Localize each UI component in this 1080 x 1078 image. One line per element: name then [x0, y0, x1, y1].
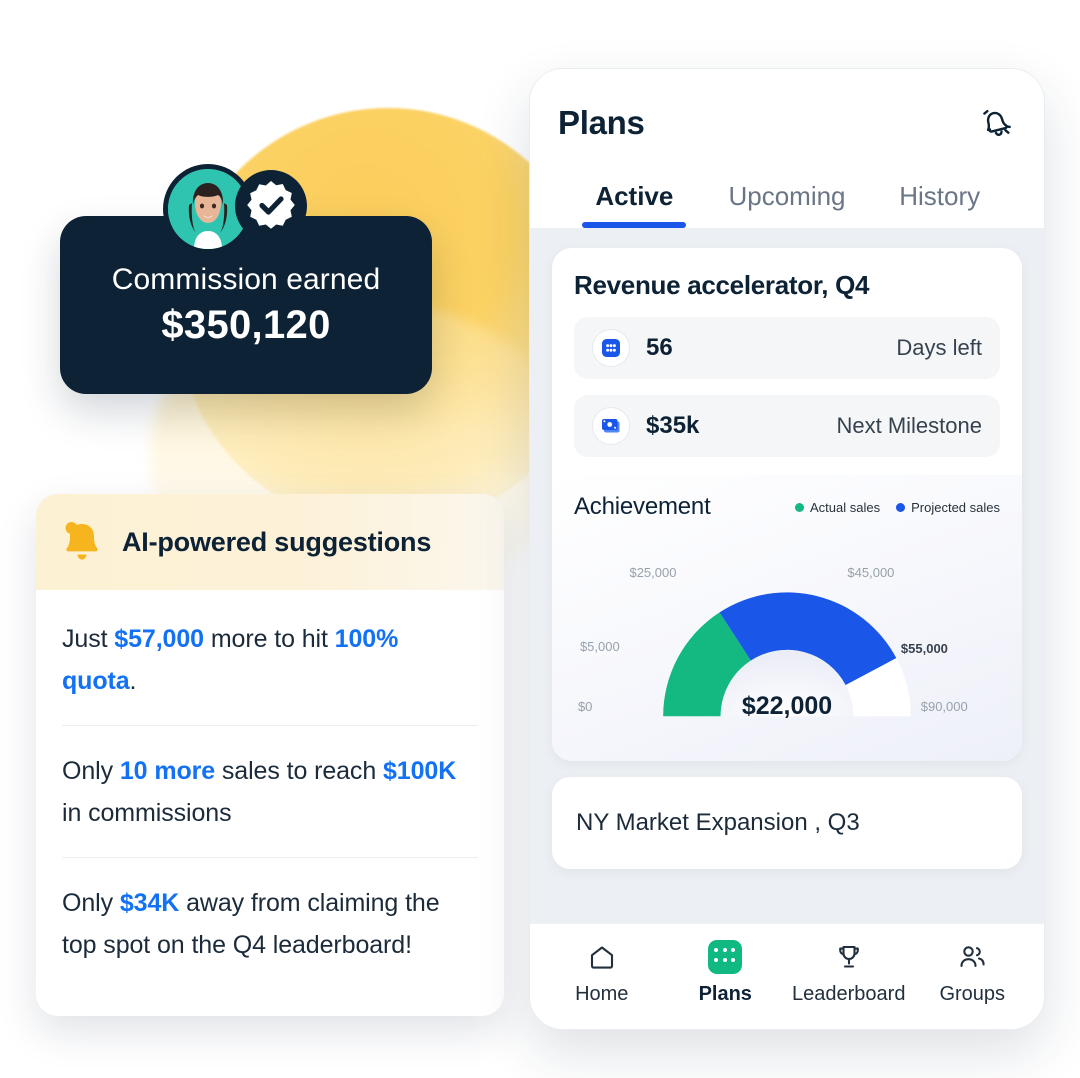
people-icon: [957, 940, 987, 974]
suggestion-highlight: $57,000: [114, 625, 204, 653]
stat-row-days-left: 56 Days left: [574, 317, 1000, 379]
stat-value: 56: [646, 334, 673, 361]
commission-label: Commission earned: [111, 262, 381, 296]
suggestion-text: sales to reach: [215, 757, 383, 785]
legend-label: Projected sales: [911, 499, 1000, 515]
legend-item: Projected sales: [896, 500, 1000, 515]
verified-badge: [235, 170, 307, 242]
gauge-tick-label: $25,000: [629, 565, 677, 580]
nav-item-label: Leaderboard: [792, 982, 906, 1005]
ai-suggestions-title: AI-powered suggestions: [122, 526, 432, 557]
bottom-navigation: Home Plans Leaderboard Groups: [530, 923, 1044, 1029]
ai-suggestions-list: Just $57,000 more to hit 100% quota. Only…: [36, 590, 504, 989]
achievement-title: Achievement: [574, 493, 711, 520]
avatar-cluster: [163, 164, 323, 254]
suggestion-text: Only: [62, 757, 120, 785]
suggestion-item: Just $57,000 more to hit 100% quota.: [62, 594, 478, 725]
phone-content: Revenue accelerator, Q4 56 Days left $35…: [530, 228, 1044, 923]
chart-legend: Actual sales Projected sales: [795, 500, 1000, 515]
nav-item-leaderboard[interactable]: Leaderboard: [787, 940, 911, 1006]
nav-item-groups[interactable]: Groups: [911, 940, 1035, 1006]
suggestion-item: Only $34K away from claiming the top spo…: [62, 857, 478, 989]
home-icon: [587, 940, 617, 974]
gauge-tick-label: $45,000: [847, 565, 895, 580]
cash-icon: [592, 407, 630, 445]
legend-label: Actual sales: [810, 499, 881, 515]
nav-item-plans[interactable]: Plans: [664, 939, 788, 1006]
tab-active[interactable]: Active: [558, 181, 711, 228]
stat-row-next-milestone: $35k Next Milestone: [574, 395, 1000, 457]
plan-card-top: Revenue accelerator, Q4 56 Days left $35…: [552, 248, 1022, 475]
trophy-icon: [834, 940, 864, 974]
gauge-tick-label: $55,000: [900, 641, 948, 656]
plan-name: Revenue accelerator, Q4: [574, 270, 870, 300]
gauge-tick-label: $0: [577, 699, 593, 714]
tab-bar: Active Upcoming History: [558, 181, 1016, 228]
page-title: Plans: [558, 104, 645, 141]
page-root: Commission earned $350,120 AI-powered su…: [0, 0, 1080, 1078]
nav-item-label: Plans: [698, 982, 752, 1005]
legend-dot-icon: [795, 502, 805, 512]
achievement-section: Achievement Actual sales Projected sales …: [552, 475, 1022, 761]
tab-history[interactable]: History: [863, 181, 1016, 228]
legend-dot-icon: [896, 502, 906, 512]
plans-grid-icon: [708, 939, 743, 974]
plan-card[interactable]: Revenue accelerator, Q4 56 Days left $35…: [552, 248, 1022, 761]
nav-item-label: Home: [575, 982, 629, 1005]
suggestion-highlight: $34K: [119, 889, 180, 917]
tab-upcoming[interactable]: Upcoming: [711, 181, 864, 228]
suggestion-text: .: [129, 667, 137, 695]
nav-item-home[interactable]: Home: [540, 940, 664, 1006]
commission-value: $350,120: [161, 302, 331, 347]
suggestion-text: in commissions: [62, 799, 232, 827]
verified-check-icon: [247, 181, 295, 229]
gauge-tick-label: $5,000: [579, 639, 620, 654]
suggestion-highlight: $100K: [382, 757, 457, 785]
stat-value: $35k: [646, 412, 700, 439]
ai-suggestions-header: AI-powered suggestions: [36, 494, 504, 590]
stat-label: Next Milestone: [836, 413, 982, 438]
gauge-chart: $22,000 $0 $5,000 $25,000 $45,000 $55,000 $90…: [574, 527, 1000, 743]
suggestion-highlight: 10 more: [119, 757, 216, 785]
gauge-tick-label: $90,000: [920, 699, 968, 714]
nav-item-label: Groups: [939, 982, 1006, 1005]
suggestion-text: more to hit: [203, 625, 335, 653]
legend-item: Actual sales: [795, 500, 880, 515]
phone-mockup: Plans ActiveUpcomingHistory Revenue ac: [529, 68, 1045, 1030]
ai-suggestions-card: AI-powered suggestions Just $57,000 more…: [36, 494, 504, 1016]
suggestion-text: Just: [62, 625, 115, 653]
stat-label: Days left: [896, 335, 982, 360]
suggestion-text: Only: [62, 889, 120, 917]
calendar-icon: [592, 329, 630, 367]
bell-icon: [62, 519, 102, 566]
next-plan-card[interactable]: NY Market Expansion , Q3: [552, 777, 1022, 869]
phone-header: Plans Active Upcoming History: [530, 69, 1044, 228]
next-plan-title: NY Market Expansion , Q3: [576, 809, 860, 836]
suggestion-item: Only 10 more sales to reach $100K in com…: [62, 725, 478, 857]
bell-ring-icon[interactable]: [976, 103, 1016, 143]
